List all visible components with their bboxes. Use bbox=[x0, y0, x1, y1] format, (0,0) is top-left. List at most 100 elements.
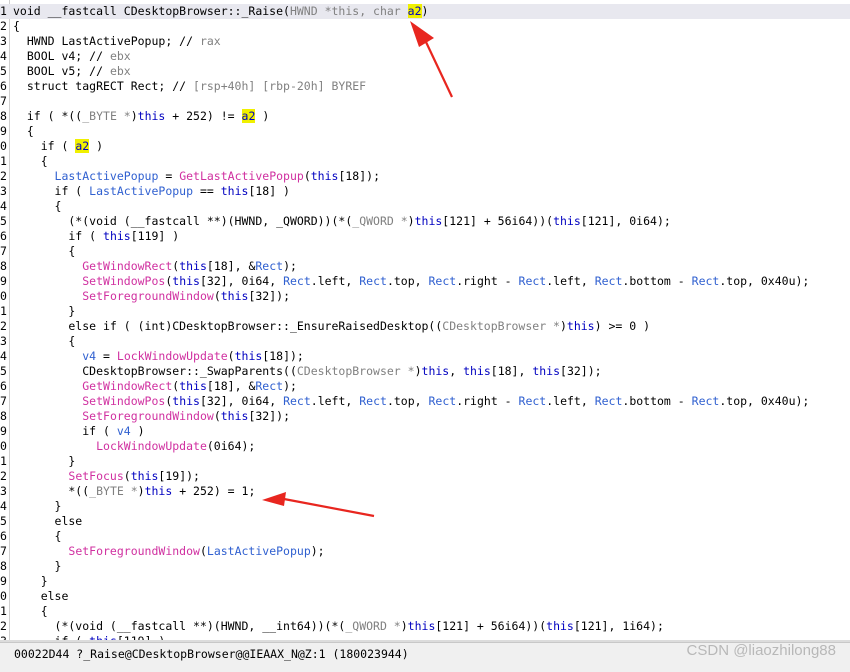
code-token[interactable]: Rect bbox=[595, 274, 623, 288]
code-line[interactable]: 5 else bbox=[0, 514, 850, 529]
code-token[interactable]: LockWindowUpdate bbox=[96, 439, 207, 453]
code-token[interactable]: ebx bbox=[110, 64, 131, 78]
code-token[interactable]: Rect bbox=[359, 394, 387, 408]
code-token[interactable]: this bbox=[311, 169, 339, 183]
code-line[interactable]: 9 } bbox=[0, 574, 850, 589]
code-token[interactable]: LastActivePopup bbox=[207, 544, 311, 558]
code-token[interactable]: SetFocus bbox=[68, 469, 123, 483]
code-token[interactable]: this bbox=[103, 229, 131, 243]
code-token[interactable]: this bbox=[138, 109, 166, 123]
code-line[interactable]: 8 SetForegroundWindow(this[32]); bbox=[0, 409, 850, 424]
code-line[interactable]: 3 HWND LastActivePopup; // rax bbox=[0, 34, 850, 49]
code-token[interactable]: SetForegroundWindow bbox=[68, 544, 200, 558]
code-token[interactable]: v4 bbox=[117, 424, 131, 438]
code-token[interactable]: GetWindowRect bbox=[82, 259, 172, 273]
code-line[interactable]: 1 { bbox=[0, 154, 850, 169]
code-line[interactable]: 1 } bbox=[0, 304, 850, 319]
code-token[interactable]: GetLastActivePopup bbox=[179, 169, 304, 183]
code-token[interactable]: HWND *this, char bbox=[290, 4, 408, 18]
code-line[interactable]: 0 else bbox=[0, 589, 850, 604]
code-token[interactable]: this bbox=[567, 319, 595, 333]
code-token[interactable]: Rect bbox=[255, 379, 283, 393]
code-line[interactable]: 0 SetForegroundWindow(this[32]); bbox=[0, 289, 850, 304]
code-line[interactable]: 7 { bbox=[0, 244, 850, 259]
code-token[interactable]: _BYTE * bbox=[82, 109, 130, 123]
code-token[interactable]: LastActivePopup bbox=[55, 169, 159, 183]
code-token[interactable]: SetWindowPos bbox=[82, 394, 165, 408]
code-token[interactable]: this bbox=[408, 619, 436, 633]
code-token[interactable]: this bbox=[415, 214, 443, 228]
code-line[interactable]: 5 (*(void (__fastcall **)(HWND, _QWORD))… bbox=[0, 214, 850, 229]
code-token[interactable]: GetWindowRect bbox=[82, 379, 172, 393]
code-line[interactable]: 8 } bbox=[0, 559, 850, 574]
code-token[interactable]: this bbox=[179, 379, 207, 393]
code-token[interactable]: SetForegroundWindow bbox=[82, 409, 214, 423]
code-token[interactable]: Rect bbox=[359, 274, 387, 288]
code-line[interactable]: 2 (*(void (__fastcall **)(HWND, __int64)… bbox=[0, 619, 850, 634]
highlighted-identifier[interactable]: a2 bbox=[407, 4, 422, 18]
code-token[interactable]: _QWORD * bbox=[352, 214, 407, 228]
highlighted-identifier[interactable]: a2 bbox=[75, 139, 90, 153]
code-token[interactable]: _BYTE * bbox=[89, 484, 137, 498]
code-line[interactable]: 0 LockWindowUpdate(0i64); bbox=[0, 439, 850, 454]
code-line[interactable]: 3 { bbox=[0, 334, 850, 349]
code-token[interactable]: CDesktopBrowser * bbox=[442, 319, 560, 333]
code-token[interactable]: Rect bbox=[519, 394, 547, 408]
code-token[interactable]: this bbox=[553, 214, 581, 228]
code-token[interactable]: ebx bbox=[110, 49, 131, 63]
code-line[interactable]: 7 SetWindowPos(this[32], 0i64, Rect.left… bbox=[0, 394, 850, 409]
code-line[interactable]: 7 SetForegroundWindow(LastActivePopup); bbox=[0, 544, 850, 559]
code-token[interactable]: this bbox=[221, 289, 249, 303]
highlighted-identifier[interactable]: a2 bbox=[241, 109, 256, 123]
code-line[interactable]: 4 v4 = LockWindowUpdate(this[18]); bbox=[0, 349, 850, 364]
code-line[interactable]: 4 } bbox=[0, 499, 850, 514]
code-token[interactable]: this bbox=[131, 469, 159, 483]
code-token[interactable]: this bbox=[422, 364, 450, 378]
code-line[interactable]: 9 { bbox=[0, 124, 850, 139]
code-line[interactable]: 5 CDesktopBrowser::_SwapParents((CDeskto… bbox=[0, 364, 850, 379]
code-line[interactable]: 7 bbox=[0, 94, 850, 109]
code-token[interactable]: Rect bbox=[519, 274, 547, 288]
code-token[interactable]: this bbox=[463, 364, 491, 378]
code-token[interactable]: this bbox=[221, 409, 249, 423]
code-token[interactable]: Rect bbox=[429, 274, 457, 288]
code-line[interactable]: 9 if ( v4 ) bbox=[0, 424, 850, 439]
code-line[interactable]: 1 } bbox=[0, 454, 850, 469]
code-token[interactable]: this bbox=[221, 184, 249, 198]
code-token[interactable]: SetWindowPos bbox=[82, 274, 165, 288]
code-token[interactable]: Rect bbox=[692, 274, 720, 288]
code-token[interactable]: LockWindowUpdate bbox=[117, 349, 228, 363]
code-line[interactable]: 0 if ( a2 ) bbox=[0, 139, 850, 154]
pseudocode-editor[interactable]: 1 void __fastcall CDesktopBrowser::_Raise… bbox=[0, 0, 850, 640]
code-token[interactable]: Rect bbox=[429, 394, 457, 408]
code-token[interactable]: this bbox=[145, 484, 173, 498]
code-line[interactable]: 1 void __fastcall CDesktopBrowser::_Raise… bbox=[0, 4, 850, 19]
code-token[interactable]: CDesktopBrowser * bbox=[297, 364, 415, 378]
code-line[interactable]: 6 { bbox=[0, 529, 850, 544]
code-token[interactable]: Rect bbox=[255, 259, 283, 273]
code-token[interactable]: this bbox=[235, 349, 263, 363]
code-line[interactable]: 4 BOOL v4; // ebx bbox=[0, 49, 850, 64]
code-token[interactable]: this bbox=[179, 259, 207, 273]
code-line[interactable]: 6 if ( this[119] ) bbox=[0, 229, 850, 244]
code-line[interactable]: 2 LastActivePopup = GetLastActivePopup(t… bbox=[0, 169, 850, 184]
code-token[interactable]: this bbox=[172, 274, 200, 288]
code-line[interactable]: 8 if ( *((_BYTE *)this + 252) != a2 ) bbox=[0, 109, 850, 124]
code-line[interactable]: 6 GetWindowRect(this[18], &Rect); bbox=[0, 379, 850, 394]
code-token[interactable]: this bbox=[532, 364, 560, 378]
code-token[interactable]: [rsp+40h] [rbp-20h] BYREF bbox=[193, 79, 366, 93]
code-token[interactable]: _QWORD * bbox=[345, 619, 400, 633]
code-token[interactable]: this bbox=[172, 394, 200, 408]
code-line[interactable]: 2 SetFocus(this[19]); bbox=[0, 469, 850, 484]
code-line[interactable]: 1 { bbox=[0, 604, 850, 619]
code-line[interactable]: 8 GetWindowRect(this[18], &Rect); bbox=[0, 259, 850, 274]
code-line[interactable]: 2 else if ( (int)CDesktopBrowser::_Ensur… bbox=[0, 319, 850, 334]
code-line[interactable]: 5 BOOL v5; // ebx bbox=[0, 64, 850, 79]
code-token[interactable]: Rect bbox=[595, 394, 623, 408]
code-token[interactable]: LastActivePopup bbox=[89, 184, 193, 198]
code-token[interactable]: Rect bbox=[692, 394, 720, 408]
code-line[interactable]: 3 *((_BYTE *)this + 252) = 1; bbox=[0, 484, 850, 499]
code-line[interactable]: 3 if ( LastActivePopup == this[18] ) bbox=[0, 184, 850, 199]
code-token[interactable]: this bbox=[546, 619, 574, 633]
code-line[interactable]: 6 struct tagRECT Rect; // [rsp+40h] [rbp… bbox=[0, 79, 850, 94]
